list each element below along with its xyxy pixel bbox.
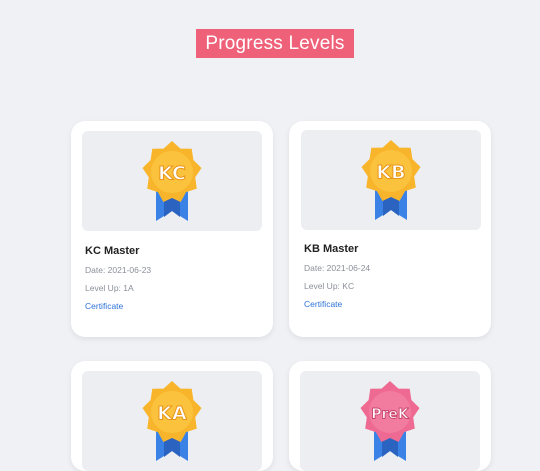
level-card: KA bbox=[71, 361, 273, 471]
level-card: KC KC Master Date: 2021-06-23 Level Up: … bbox=[71, 121, 273, 337]
card-level-up: Level Up: KC bbox=[304, 281, 355, 291]
card-level-up: Level Up: 1A bbox=[85, 283, 134, 293]
svg-text:KB: KB bbox=[376, 162, 405, 184]
card-title: KC Master bbox=[85, 245, 140, 257]
badge-panel: KC bbox=[82, 131, 262, 231]
gold-award-badge-icon: KB bbox=[361, 140, 421, 220]
svg-text:PreK: PreK bbox=[371, 407, 410, 423]
badge-panel: PreK bbox=[300, 371, 480, 471]
page-title: Progress Levels bbox=[196, 29, 354, 58]
badge-panel: KA bbox=[82, 371, 262, 471]
level-card: KB KB Master Date: 2021-06-24 Level Up: … bbox=[289, 121, 491, 337]
svg-text:KA: KA bbox=[157, 403, 187, 425]
certificate-link[interactable]: Certificate bbox=[85, 301, 123, 311]
card-date: Date: 2021-06-24 bbox=[304, 263, 371, 273]
card-title: KB Master bbox=[304, 243, 359, 255]
svg-text:KC: KC bbox=[158, 163, 186, 185]
gold-award-badge-icon: KA bbox=[142, 381, 202, 461]
certificate-link[interactable]: Certificate bbox=[304, 299, 342, 309]
level-card: PreK bbox=[289, 361, 491, 471]
gold-award-badge-icon: KC bbox=[142, 141, 202, 221]
card-date: Date: 2021-06-23 bbox=[85, 265, 152, 275]
pink-award-badge-icon: PreK bbox=[360, 381, 420, 461]
badge-panel: KB bbox=[301, 130, 481, 230]
